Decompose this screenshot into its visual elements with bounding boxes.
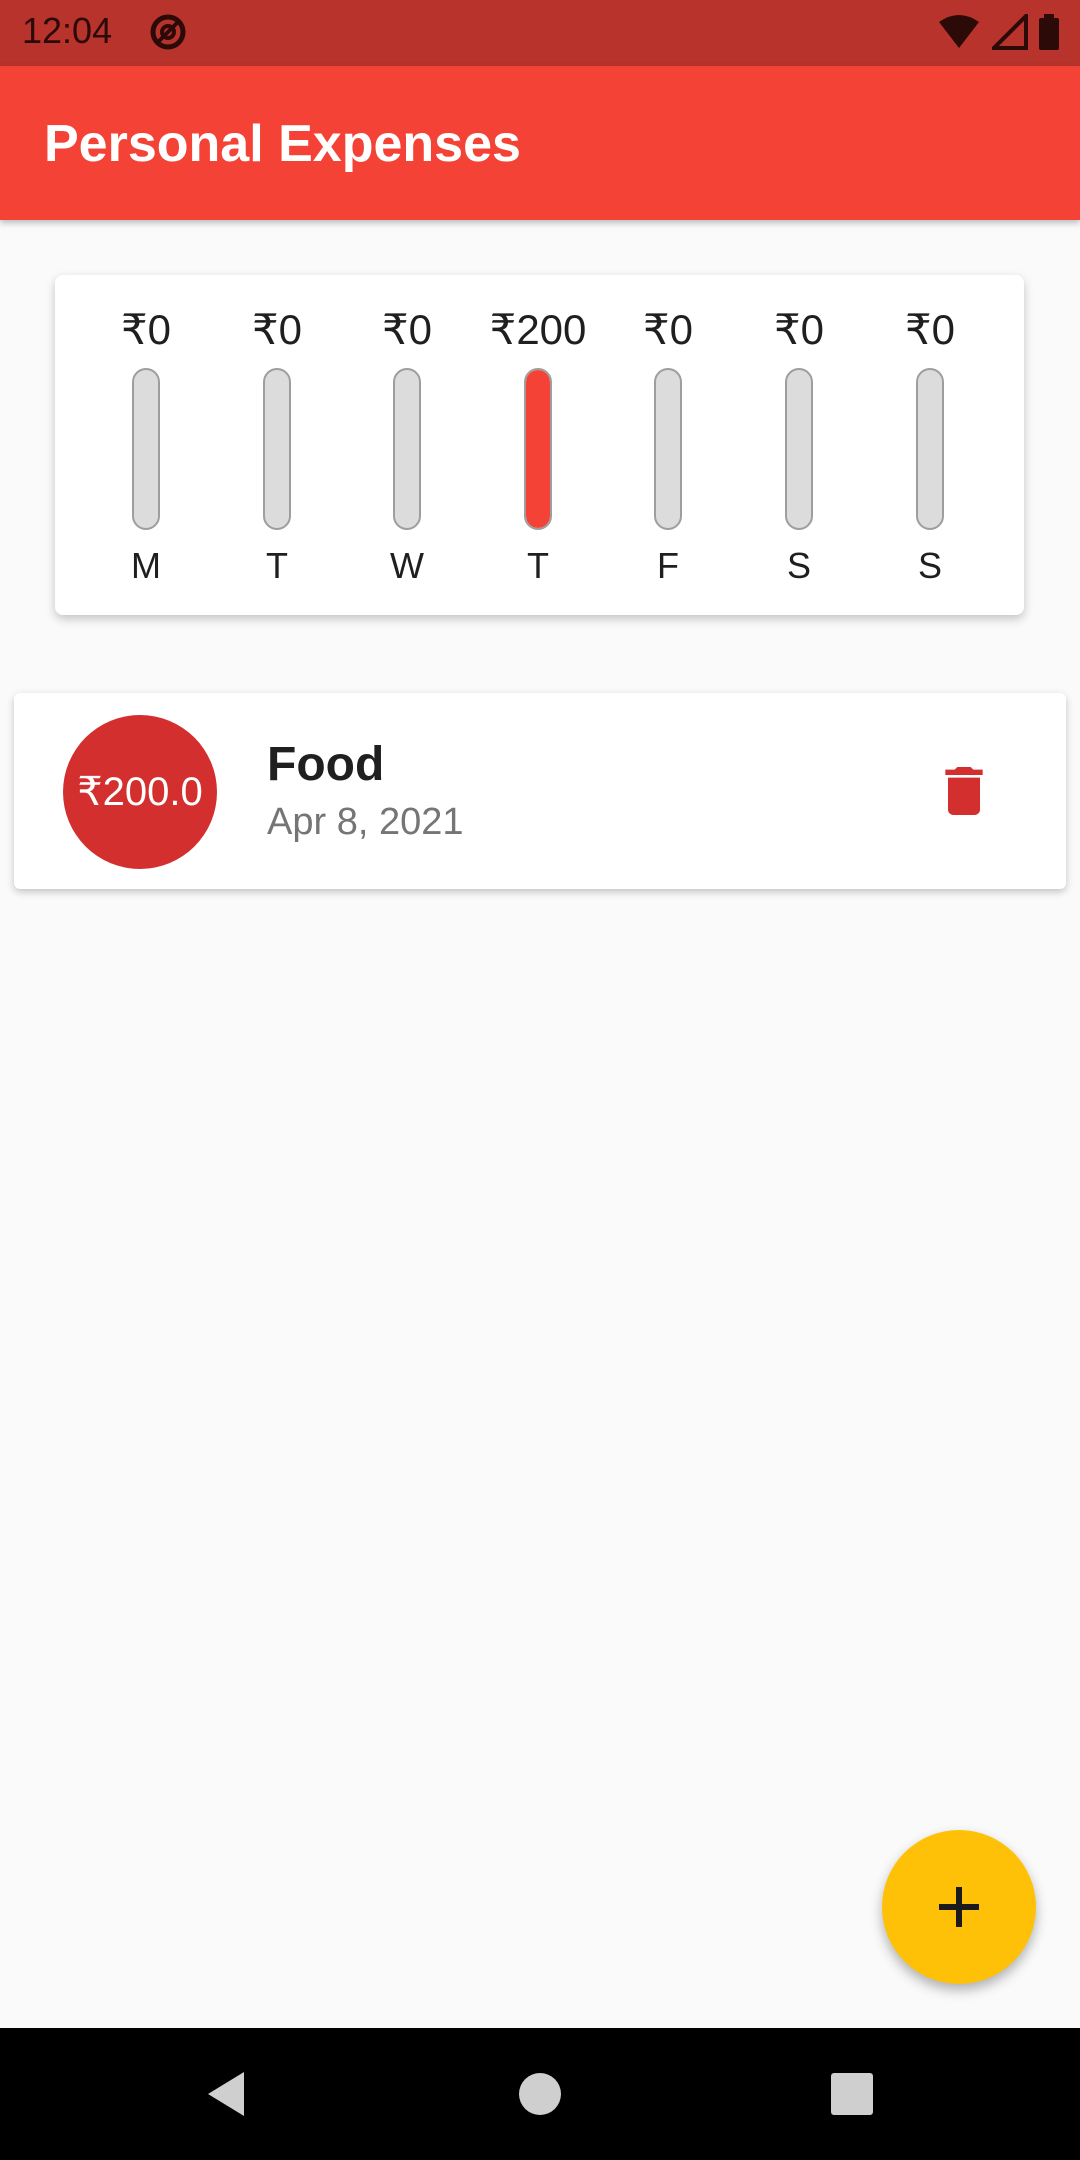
chart-day-column: ₹0 F [608, 275, 728, 615]
chart-day-column: ₹0 T [217, 275, 337, 615]
status-time: 12:04 [22, 10, 113, 51]
day-bar-track [654, 368, 682, 530]
day-letter-label: T [266, 545, 288, 586]
battery-icon [1039, 14, 1059, 50]
day-amount-label: ₹0 [251, 306, 303, 353]
weekly-chart-card: ₹0 M ₹0 T ₹0 W ₹200 T ₹0 F ₹0 S ₹0 S [55, 275, 1024, 615]
day-bar-track [916, 368, 944, 530]
day-bar-track [524, 368, 552, 530]
recents-icon[interactable] [822, 2064, 882, 2124]
plus-icon [939, 1887, 979, 1927]
transaction-amount: ₹200.0 [77, 770, 203, 814]
day-letter-label: M [131, 545, 161, 586]
chart-day-column: ₹0 S [739, 275, 859, 615]
chart-day-column: ₹0 W [347, 275, 467, 615]
back-icon[interactable] [198, 2064, 258, 2124]
day-letter-label: W [390, 545, 424, 586]
transaction-list-item[interactable]: ₹200.0 Food Apr 8, 2021 [14, 693, 1066, 889]
day-amount-label: ₹200 [489, 306, 587, 353]
day-amount-label: ₹0 [642, 306, 694, 353]
system-nav-bar [0, 2028, 1080, 2160]
chart-day-column: ₹0 M [86, 275, 206, 615]
day-amount-label: ₹0 [381, 306, 433, 353]
day-amount-label: ₹0 [120, 306, 172, 353]
wifi-icon [939, 15, 980, 48]
day-amount-label: ₹0 [773, 306, 825, 353]
transaction-date: Apr 8, 2021 [267, 801, 464, 843]
day-bar-track [393, 368, 421, 530]
day-amount-label: ₹0 [904, 306, 956, 353]
app-bar: Personal Expenses [0, 66, 1080, 220]
home-icon[interactable] [510, 2064, 570, 2124]
trash-icon[interactable] [932, 759, 996, 823]
day-bar-track [785, 368, 813, 530]
day-bar-track [263, 368, 291, 530]
amount-avatar: ₹200.0 [63, 715, 217, 869]
day-bar-track [132, 368, 160, 530]
day-letter-label: S [917, 545, 942, 586]
transaction-title: Food [267, 738, 385, 791]
day-letter-label: T [527, 545, 549, 586]
day-bar-fill [526, 370, 550, 528]
at-sign-icon [150, 14, 186, 50]
chart-day-column: ₹200 T [478, 275, 598, 615]
status-bar: 12:04 [0, 0, 1080, 66]
chart-day-column: ₹0 S [870, 275, 990, 615]
day-letter-label: F [657, 545, 679, 586]
add-transaction-button[interactable] [882, 1830, 1036, 1984]
page-title: Personal Expenses [44, 115, 521, 173]
day-letter-label: S [786, 545, 811, 586]
status-icons [931, 14, 1060, 54]
signal-icon [991, 14, 1028, 50]
